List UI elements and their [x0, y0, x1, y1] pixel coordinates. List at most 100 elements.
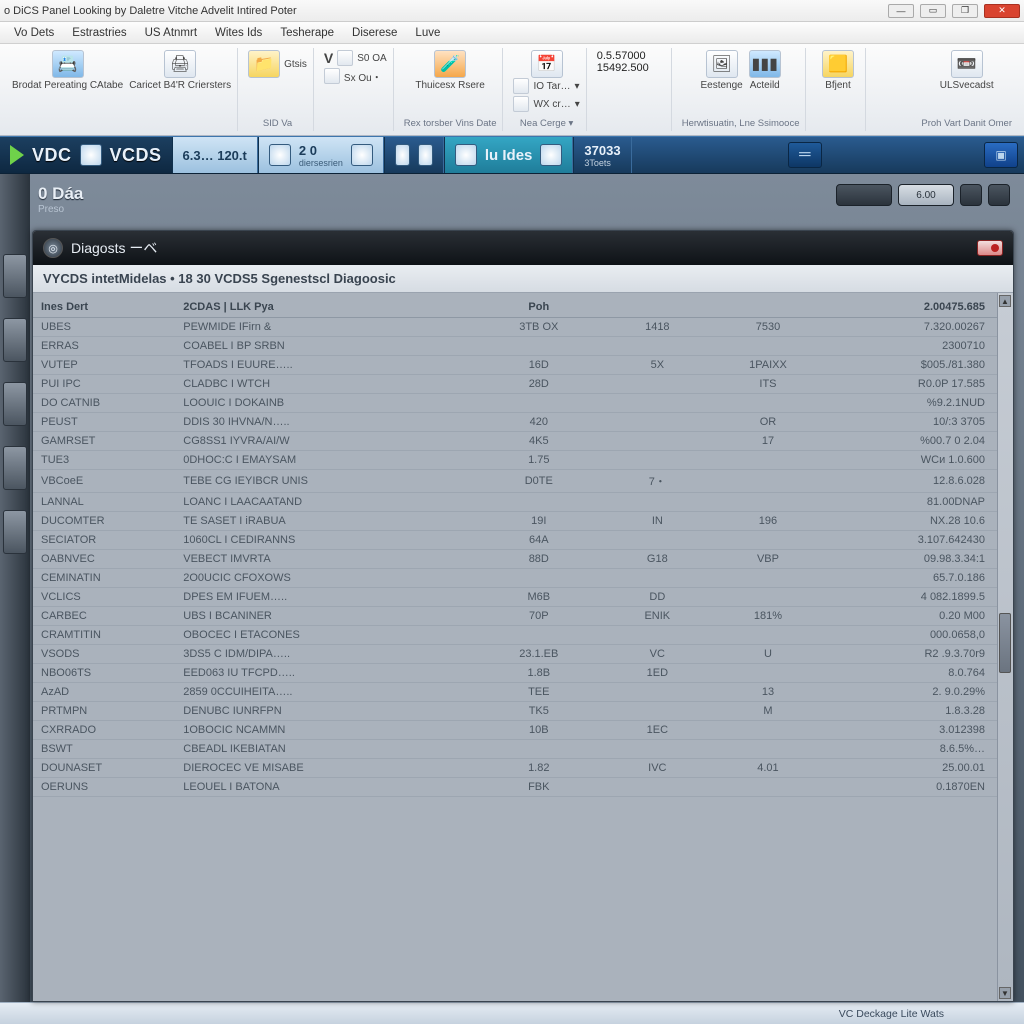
- group-label: Herwtisuatin, Lne Ssimooce: [682, 118, 800, 129]
- maximize-button[interactable]: ▭: [920, 4, 946, 18]
- col-5[interactable]: [713, 293, 824, 318]
- globe-icon: [80, 144, 102, 166]
- appbar-seg-readout[interactable]: 6.3… 120.t: [172, 137, 258, 173]
- cell: 81.00DNAP: [823, 493, 1013, 512]
- doc-btn-square2[interactable]: [988, 184, 1010, 206]
- doc-btn-square1[interactable]: [960, 184, 982, 206]
- table-row[interactable]: CEMINATIN2O0UCIC CFOXOWS65.7.0.186: [33, 569, 1013, 588]
- title-bar: o DiCS Panel Looking by Daletre Vitche A…: [0, 0, 1024, 22]
- cell: D0TE: [476, 470, 602, 493]
- menu-estrastries[interactable]: Estrastries: [72, 27, 126, 39]
- side-button-1[interactable]: [3, 254, 27, 298]
- table-row[interactable]: AzAD2859 0CCUIHEITA…..TEE132. 9.0.29%: [33, 683, 1013, 702]
- table-row[interactable]: ERRASCOABEL I BP SRBN2300710: [33, 337, 1013, 356]
- table-row[interactable]: PUI IPCCLADBC I WTCH28DITSR0.0P 17.585: [33, 375, 1013, 394]
- diagnostic-table: Ines Dert 2CDAS | LLK Pya Poh 2.00475.68…: [33, 293, 1013, 797]
- appbar-seg-counter[interactable]: 2 0diersesrien: [258, 137, 384, 173]
- table-row[interactable]: PRTMPNDENUBC IUNRFPNTK5M1.8.3.28: [33, 702, 1013, 721]
- table-row[interactable]: VBCoeETEBE CG IEYIBCR UNISD0TE7・12.8.6.0…: [33, 470, 1013, 493]
- scroll-down-icon[interactable]: ▼: [999, 987, 1011, 999]
- table-row[interactable]: CXRRADO1OBOCIC NCAMMN10B1EC3.012398: [33, 721, 1013, 740]
- table-row[interactable]: GAMRSETCG8SS1 IYVRA/AI/W4K517%00.7 0 2.0…: [33, 432, 1013, 451]
- table-row[interactable]: NBO06TSEED063 IU TFCPD…..1.8B1ED8.0.764: [33, 664, 1013, 683]
- ribbon-btn-ulrecadst[interactable]: 📼 ULSvecadst: [940, 50, 994, 91]
- left-sidebar: [0, 174, 30, 1002]
- side-button-5[interactable]: [3, 510, 27, 554]
- ribbon-btn-eestenge[interactable]: 🖼 Eestenge: [700, 50, 742, 91]
- scroll-up-icon[interactable]: ▲: [999, 295, 1011, 307]
- cell: 7・: [602, 470, 713, 493]
- table-row[interactable]: DUCOMTERTE SASET I iRABUA19IIN196NX.28 1…: [33, 512, 1013, 531]
- menu-admin[interactable]: US Atnmrt: [145, 27, 197, 39]
- ribbon-row-s0[interactable]: VS0 OA: [324, 50, 387, 66]
- table-row[interactable]: OERUNSLEOUEL I BATONAFBK0.1870EN: [33, 778, 1013, 797]
- table-row[interactable]: VCLICSDPES EM IFUEM…..M6BDD4 082.1899.5: [33, 588, 1013, 607]
- table-row[interactable]: PEUSTDDIS 30 IHVNA/N…..420OR10/:3 3705: [33, 413, 1013, 432]
- ribbon-btn-broadcast[interactable]: 📇 Brodat Pereating CAtabe: [12, 50, 123, 91]
- cell: 7.320.00267: [823, 318, 1013, 337]
- menu-tesherape[interactable]: Tesherape: [280, 27, 334, 39]
- maximize2-button[interactable]: ❐: [952, 4, 978, 18]
- close-button[interactable]: ✕: [984, 4, 1020, 18]
- table-row[interactable]: VSODS3DS5 C IDM/DIPA…..23.1.EBVCUR2 .9.3…: [33, 645, 1013, 664]
- side-button-2[interactable]: [3, 318, 27, 362]
- menu-data[interactable]: Vo Dets: [14, 27, 54, 39]
- col-6[interactable]: 2.00475.685: [823, 293, 1013, 318]
- table-row[interactable]: BSWTCBEADL IKEBIATAN8.6.5%…: [33, 740, 1013, 759]
- ribbon-drop-io[interactable]: IO Tar…▾: [513, 78, 579, 94]
- appbar-action-button[interactable]: ▣: [984, 142, 1018, 168]
- table-row[interactable]: CRAMTITINOBOCEC I ETACONES000.0658,0: [33, 626, 1013, 645]
- cell: CLADBC I WTCH: [175, 375, 475, 394]
- cell: ENIK: [602, 607, 713, 626]
- table-row[interactable]: DO CATNIBLOOUIC I DOKAINB%9.2.1NUD: [33, 394, 1013, 413]
- doc-btn-dark[interactable]: [836, 184, 892, 206]
- table-row[interactable]: UBESPEWMIDE IFirn &3TB OX141875307.320.0…: [33, 318, 1013, 337]
- small-icon: [351, 144, 373, 166]
- cell: AzAD: [33, 683, 175, 702]
- cell: 1.82: [476, 759, 602, 778]
- ribbon: 📇 Brodat Pereating CAtabe 🖨 Caricet B4'R…: [0, 44, 1024, 136]
- table-row[interactable]: OABNVECVEBECT IMVRTA88DG18VBP09.98.3.34:…: [33, 550, 1013, 569]
- ribbon-btn-acteild[interactable]: ▮▮▮ Acteild: [749, 50, 781, 91]
- side-button-3[interactable]: [3, 382, 27, 426]
- scrollbar[interactable]: ▲ ▼: [997, 293, 1013, 1001]
- record-indicator[interactable]: [977, 240, 1003, 256]
- ribbon-label: Eestenge: [700, 80, 742, 91]
- ribbon-btn-thicesx[interactable]: 🧪 Thuicesx Rsere: [415, 50, 484, 91]
- doc-btn-value[interactable]: 6.00: [898, 184, 954, 206]
- ribbon-btn-gtsis[interactable]: 📁 Gtsis: [248, 50, 307, 78]
- side-button-4[interactable]: [3, 446, 27, 490]
- ribbon-btn-print[interactable]: 🖨 Caricet B4'R Criersters: [129, 50, 231, 91]
- cell: 12.8.6.028: [823, 470, 1013, 493]
- bars-icon: ▮▮▮: [749, 50, 781, 78]
- ribbon-row-sx[interactable]: Sx Ou・: [324, 68, 387, 84]
- col-1[interactable]: Ines Dert: [33, 293, 175, 318]
- scroll-thumb[interactable]: [999, 613, 1011, 673]
- table-row[interactable]: SECIATOR1060CL I CEDIRANNS64A3.107.64243…: [33, 531, 1013, 550]
- cell: VBCoeE: [33, 470, 175, 493]
- table-row[interactable]: DOUNASETDIEROCEC VE MISABE1.82IVC4.0125.…: [33, 759, 1013, 778]
- table-row[interactable]: LANNALLOANC I LAACAATAND81.00DNAP: [33, 493, 1013, 512]
- col-3[interactable]: Poh: [476, 293, 602, 318]
- menu-wires[interactable]: Wites Ids: [215, 27, 262, 39]
- menu-dise[interactable]: Diserese: [352, 27, 397, 39]
- table-row[interactable]: CARBECUBS I BCANINER70PENIK181%0.20 M00: [33, 607, 1013, 626]
- ribbon-group-5: 📅 IO Tar…▾ WX cr…▾ Nea Cerge ▾: [507, 48, 586, 131]
- table-row[interactable]: TUE30DHOC:C I EMAYSAM1.75WCи 1.0.600: [33, 451, 1013, 470]
- minimize-button[interactable]: —: [888, 4, 914, 18]
- col-2[interactable]: 2CDAS | LLK Pya: [175, 293, 475, 318]
- cell: LEOUEL I BATONA: [175, 778, 475, 797]
- table-row[interactable]: VUTEPTFOADS I EUURE…..16D5X1PAIXX$005./8…: [33, 356, 1013, 375]
- appbar-seg-icons[interactable]: [384, 137, 444, 173]
- cell: G18: [602, 550, 713, 569]
- ribbon-btn-bfjent[interactable]: 🟨 Bfjent: [822, 50, 854, 91]
- ribbon-drop-wx[interactable]: WX cr…▾: [513, 96, 579, 112]
- appbar-seg-tickets[interactable]: 370333Toets: [573, 137, 631, 173]
- appbar-collapse-button[interactable]: ═: [788, 142, 822, 168]
- ribbon-btn-calendar[interactable]: 📅: [531, 50, 563, 78]
- chevron-down-icon: ▾: [575, 99, 580, 110]
- menu-live[interactable]: Luve: [415, 27, 440, 39]
- group-label[interactable]: Nea Cerge ▾: [520, 118, 573, 129]
- appbar-seg-ludes[interactable]: lu Ides: [444, 137, 574, 173]
- col-4[interactable]: [602, 293, 713, 318]
